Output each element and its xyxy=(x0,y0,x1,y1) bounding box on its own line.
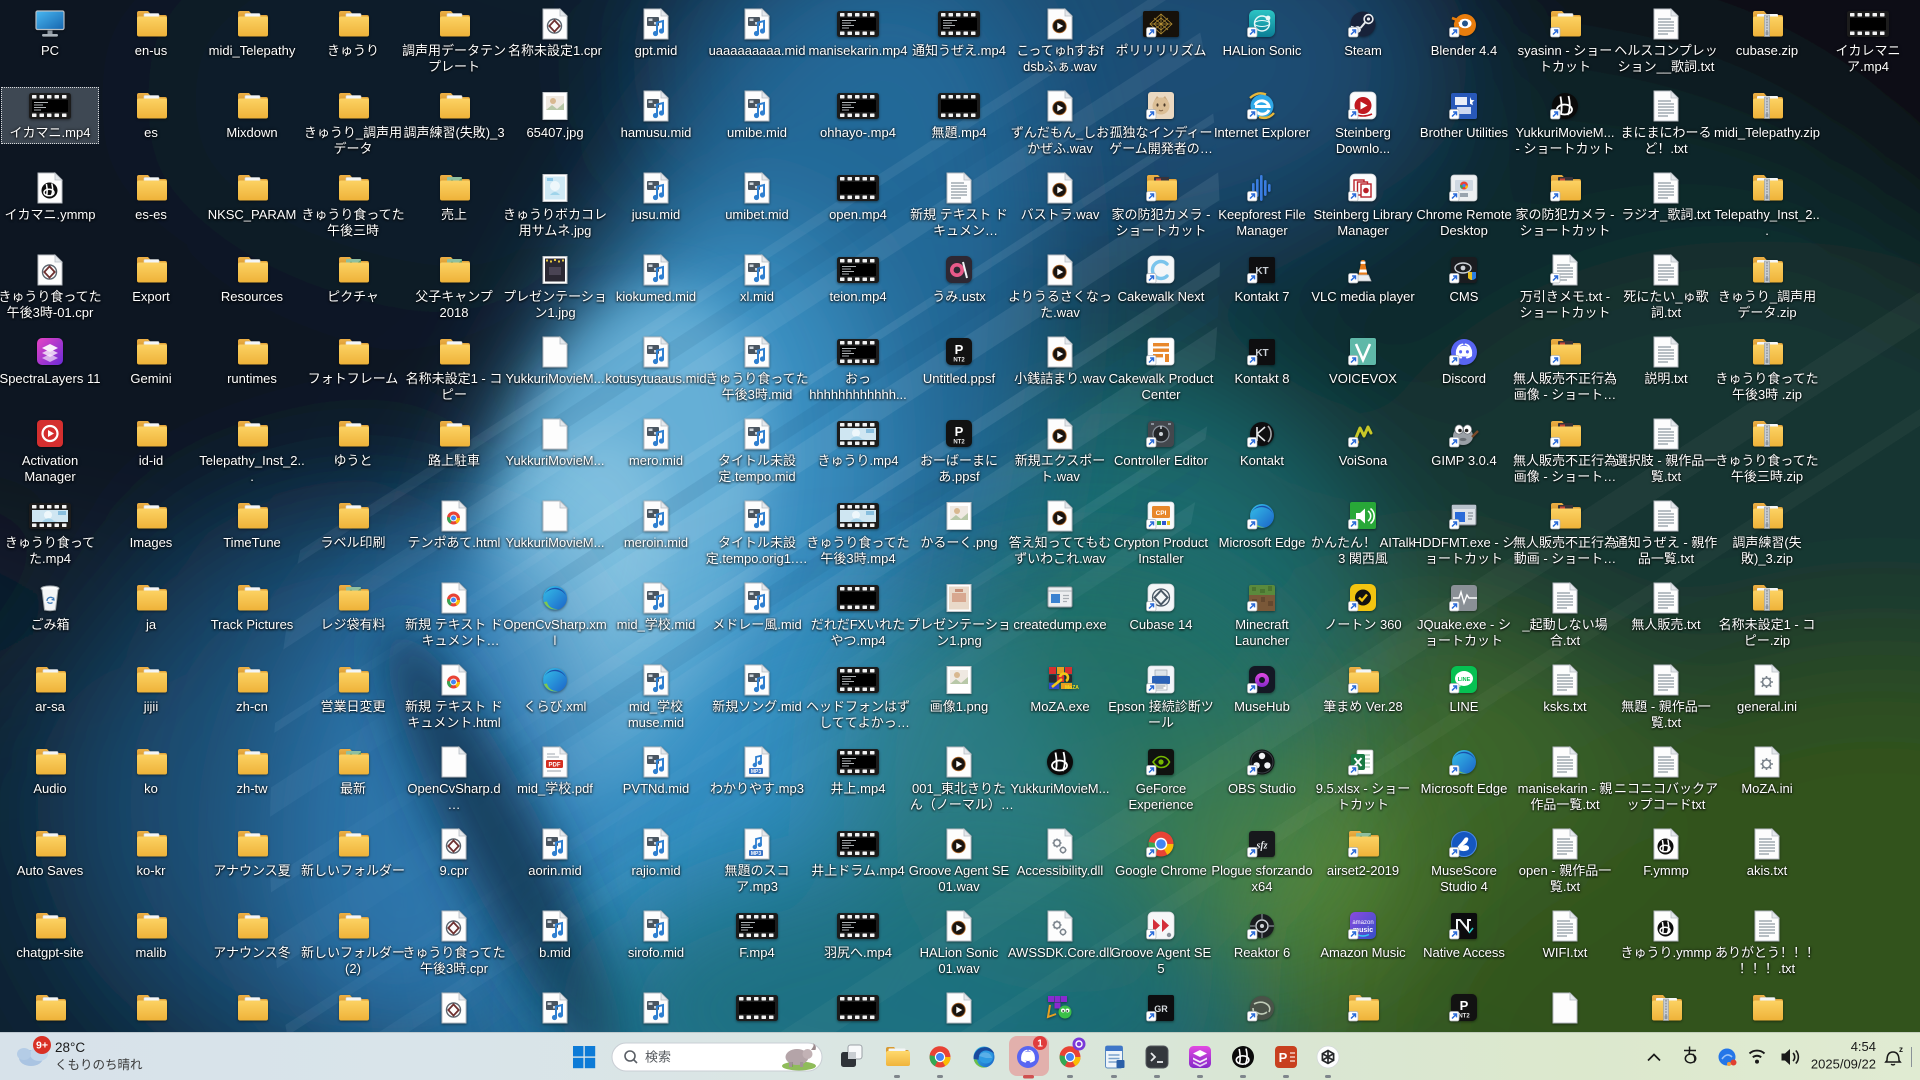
svg-text:P: P xyxy=(1279,1050,1288,1065)
svg-text:28°C: 28°C xyxy=(55,1040,85,1055)
svg-text:z: z xyxy=(1899,1045,1903,1054)
svg-text:1: 1 xyxy=(1037,1039,1043,1050)
svg-text:くもりのち晴れ: くもりのち晴れ xyxy=(55,1058,143,1072)
svg-text:検索: 検索 xyxy=(645,1050,671,1065)
svg-text:4:54: 4:54 xyxy=(1851,1039,1876,1054)
svg-text:9+: 9+ xyxy=(36,1040,48,1052)
svg-text:2025/09/22: 2025/09/22 xyxy=(1811,1057,1876,1072)
